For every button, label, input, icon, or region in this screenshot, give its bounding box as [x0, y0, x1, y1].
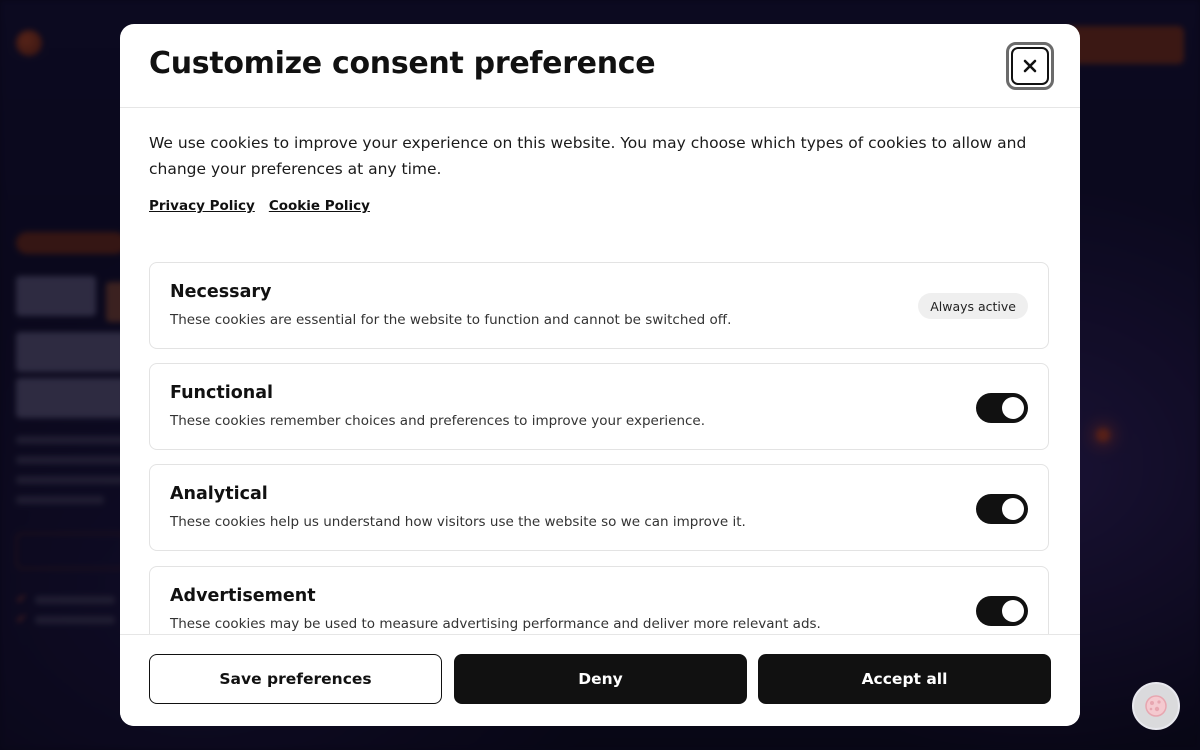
category-description: These cookies remember choices and prefe… [170, 413, 706, 429]
category-analytical: Analytical These cookies help us underst… [149, 464, 1049, 551]
privacy-policy-link[interactable]: Privacy Policy [149, 198, 255, 214]
close-icon [1023, 59, 1037, 73]
modal-header: Customize consent preference [120, 24, 1080, 108]
accept-all-button[interactable]: Accept all [758, 654, 1051, 704]
modal-footer: Save preferences Deny Accept all [120, 634, 1080, 726]
always-active-badge: Always active [918, 293, 1028, 319]
toggle-knob [1002, 498, 1024, 520]
cookie-settings-icon [1145, 695, 1167, 717]
deny-button[interactable]: Deny [454, 654, 747, 704]
close-button[interactable] [1006, 42, 1054, 90]
functional-toggle[interactable] [976, 393, 1028, 423]
category-title: Advertisement [170, 586, 316, 606]
category-advertisement: Advertisement These cookies may be used … [149, 566, 1049, 634]
cookie-policy-link[interactable]: Cookie Policy [269, 198, 370, 214]
toggle-knob [1002, 600, 1024, 622]
modal-title: Customize consent preference [149, 46, 656, 81]
category-title: Analytical [170, 484, 268, 504]
category-description: These cookies may be used to measure adv… [170, 616, 821, 632]
close-button-focus-ring [1011, 47, 1049, 85]
advertisement-toggle[interactable] [976, 596, 1028, 626]
category-necessary: Necessary These cookies are essential fo… [149, 262, 1049, 349]
modal-body[interactable]: We use cookies to improve your experienc… [120, 108, 1080, 634]
policy-links: Privacy Policy Cookie Policy [149, 198, 370, 214]
category-functional: Functional These cookies remember choice… [149, 363, 1049, 450]
consent-modal: Customize consent preference We use cook… [120, 24, 1080, 726]
category-description: These cookies help us understand how vis… [170, 514, 746, 530]
cookie-settings-widget[interactable] [1132, 682, 1180, 730]
toggle-knob [1002, 397, 1024, 419]
intro-text: We use cookies to improve your experienc… [149, 134, 1027, 178]
category-description: These cookies are essential for the webs… [170, 312, 732, 328]
category-title: Necessary [170, 282, 272, 302]
save-preferences-button[interactable]: Save preferences [149, 654, 442, 704]
category-title: Functional [170, 383, 274, 403]
analytical-toggle[interactable] [976, 494, 1028, 524]
